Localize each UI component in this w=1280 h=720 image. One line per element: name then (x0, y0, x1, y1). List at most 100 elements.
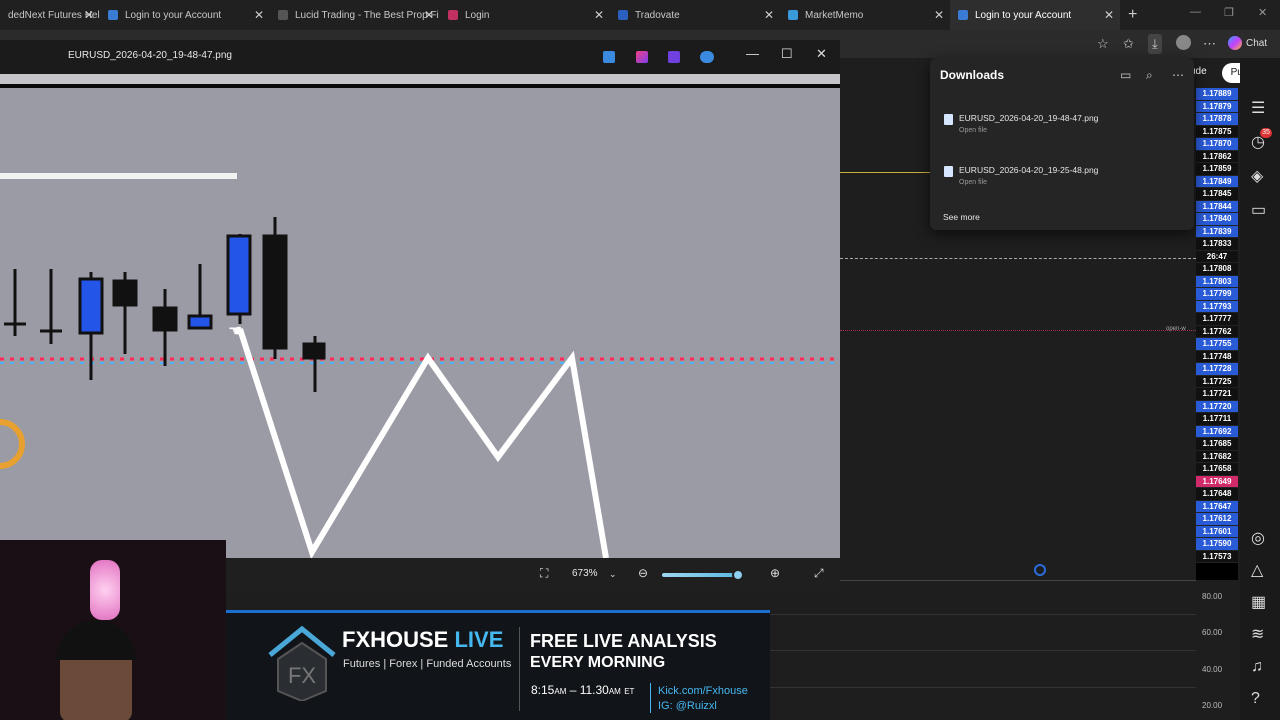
download-item[interactable]: EURUSD_2026-04-20_19-25-48.png Open file (942, 164, 1182, 200)
zoom-level[interactable]: 673% (572, 568, 598, 579)
close-icon[interactable]: ✕ (1104, 8, 1114, 22)
right-toolbar: ☰ ◷ 35 ◈ ▭ ◎ △ ▦ ≋ ♫ ? (1240, 58, 1280, 720)
close-icon[interactable]: ✕ (84, 8, 94, 22)
tab-2-label: Lucid Trading - The Best Prop Fi (295, 9, 439, 21)
osc-level: 20.00 (1202, 701, 1223, 710)
open-file-link[interactable]: Open file (959, 127, 987, 134)
signal-icon[interactable]: ≋ (1251, 624, 1264, 644)
tab-4-label: Tradovate (635, 9, 680, 21)
time-zone: ET (624, 687, 635, 696)
zoom-out-icon[interactable]: ⊖ (638, 566, 648, 580)
close-icon[interactable]: ✕ (816, 46, 827, 62)
calendar-icon[interactable]: ▦ (1251, 592, 1266, 612)
more-icon[interactable]: ⋯ (1172, 68, 1184, 82)
tab-favicon-icon (278, 10, 288, 20)
zoom-slider[interactable] (662, 573, 738, 577)
price-label: 1.17648 (1196, 488, 1238, 501)
downloads-panel: Downloads ▭ ⌕ ⋯ EURUSD_2026-04-20_19-48-… (930, 58, 1194, 230)
hand-cursor-icon: ☚ (228, 323, 243, 340)
price-label: 1.17878 (1196, 113, 1238, 126)
price-label: 1.17839 (1196, 225, 1238, 238)
download-icon[interactable]: ⤓ (1148, 34, 1162, 54)
see-more-link[interactable]: See more (943, 212, 980, 222)
more-icon[interactable]: ⋯ (1203, 36, 1216, 52)
price-label: 1.17889 (1196, 88, 1238, 101)
zoomed-chart-image[interactable]: ☚ (0, 74, 840, 558)
price-label: 1.17833 (1196, 238, 1238, 251)
candle-body-bull (187, 314, 213, 330)
zoom-in-icon[interactable]: ⊕ (770, 566, 780, 580)
minimize-icon[interactable]: — (746, 46, 759, 61)
chevron-down-icon[interactable]: ⌄ (609, 569, 617, 580)
ideas-icon[interactable]: △ (1251, 560, 1263, 580)
help-icon[interactable]: ? (1251, 690, 1260, 708)
tab-1[interactable]: Login to your Account ✕ (100, 0, 270, 30)
close-icon[interactable]: ✕ (934, 8, 944, 22)
svg-text:FX: FX (288, 663, 316, 688)
time-start-unit: AM (554, 687, 567, 696)
browser-tab-bar: dedNext Futures Hel ✕ Login to your Acco… (0, 0, 1280, 30)
price-label: 1.17840 (1196, 213, 1238, 226)
close-icon[interactable]: ✕ (254, 8, 264, 22)
price-line (840, 172, 932, 173)
downloads-title: Downloads (940, 68, 1005, 82)
bell-icon[interactable]: ♫ (1251, 658, 1263, 676)
expand-icon[interactable]: ⤢ (814, 566, 824, 581)
target-icon[interactable]: ◎ (1251, 528, 1265, 548)
tab-0[interactable]: dedNext Futures Hel ✕ (0, 0, 100, 30)
avatar[interactable] (1176, 35, 1191, 50)
star-icon[interactable]: ☆ (1097, 36, 1109, 52)
orange-circle-marker (0, 419, 25, 469)
tab-5[interactable]: MarketMemo ✕ (780, 0, 950, 30)
chat-icon[interactable]: ▭ (1251, 200, 1266, 220)
watchlist-icon[interactable]: ☰ (1251, 98, 1265, 118)
price-label: 1.17725 (1196, 375, 1238, 388)
close-icon[interactable]: ✕ (594, 8, 604, 22)
layers-icon[interactable]: ◈ (1251, 166, 1263, 186)
copilot-label: Chat (1246, 37, 1268, 49)
tab-favicon-icon (108, 10, 118, 20)
close-window-icon[interactable]: ✕ (1258, 6, 1267, 19)
close-icon[interactable]: ✕ (764, 8, 774, 22)
file-icon (944, 166, 953, 177)
price-label: 1.17870 (1196, 138, 1238, 151)
download-item[interactable]: EURUSD_2026-04-20_19-48-47.png Open file (942, 112, 1182, 148)
onedrive-icon[interactable] (700, 51, 714, 63)
tab-2[interactable]: Lucid Trading - The Best Prop Fi ✕ (270, 0, 440, 30)
close-icon[interactable]: ✕ (424, 8, 434, 22)
price-label: 1.17862 (1196, 150, 1238, 163)
folder-icon[interactable]: ▭ (1120, 68, 1131, 82)
price-label: 1.17721 (1196, 388, 1238, 401)
price-label: 1.17803 (1196, 275, 1238, 288)
open-file-link[interactable]: Open file (959, 179, 987, 186)
candle-body-bear (152, 306, 178, 332)
new-tab-button[interactable]: + (1128, 6, 1137, 24)
designer-icon[interactable] (636, 51, 648, 63)
tab-4[interactable]: Tradovate ✕ (610, 0, 780, 30)
maximize-icon[interactable]: ☐ (781, 46, 793, 62)
price-label: 26:47 (1196, 250, 1238, 263)
price-label: 1.17711 (1196, 413, 1238, 426)
tab-3[interactable]: Login ✕ (440, 0, 610, 30)
file-icon (944, 114, 953, 125)
headline-line1: FREE LIVE ANALYSIS (530, 631, 717, 651)
edit-icon[interactable] (603, 51, 615, 63)
copilot-icon (1228, 36, 1242, 50)
price-label: 1.17720 (1196, 400, 1238, 413)
restore-icon[interactable]: ❐ (1224, 6, 1234, 19)
search-icon[interactable]: ⌕ (1146, 68, 1153, 83)
marker-icon[interactable] (1034, 564, 1046, 576)
tab-favicon-icon (448, 10, 458, 20)
fxhouse-logo-icon: FX (268, 625, 336, 701)
notification-badge: 35 (1260, 128, 1272, 138)
tab-6[interactable]: Login to your Account ✕ (950, 0, 1120, 30)
zoom-slider-thumb[interactable] (732, 569, 744, 581)
download-filename: EURUSD_2026-04-20_19-25-48.png (959, 165, 1099, 175)
viewer-bottom-bar: ⛶ 673% ⌄ ⊖ ⊕ ⤢ (226, 558, 840, 592)
clipchamp-icon[interactable] (668, 51, 680, 63)
price-axis[interactable]: 1.17889 1.17879 1.17878 1.17875 1.17870 1.178… (1196, 88, 1238, 580)
minimize-icon[interactable]: — (1190, 6, 1201, 18)
fit-icon[interactable]: ⛶ (540, 566, 548, 581)
copilot-chat-button[interactable]: Chat (1228, 36, 1267, 50)
favorites-icon[interactable]: ✩ (1123, 36, 1134, 52)
